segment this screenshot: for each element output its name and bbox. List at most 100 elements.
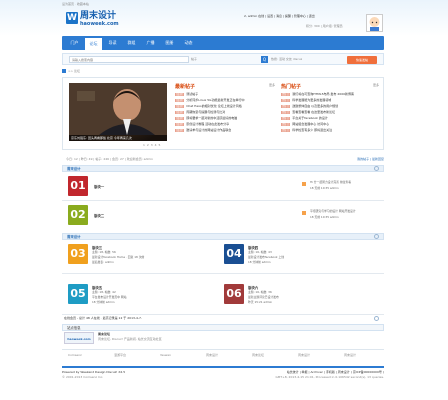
home-icon[interactable]: [62, 69, 66, 73]
user-credits[interactable]: 积分: 300 | 用户组: 管理员: [306, 24, 366, 28]
post-title[interactable]: 科学检查有多少 即将退出关注: [292, 128, 332, 132]
post-list-item[interactable]: [最新] 周期恢复与提醒与检测与比对: [175, 110, 275, 115]
footer-links-right[interactable]: 站长统计 | 举报 | Archiver | 手机版 | 周末设计 ( 京ICP…: [287, 370, 384, 374]
friend-link[interactable]: 周末设计: [298, 353, 310, 357]
nav-item[interactable]: 门户: [66, 36, 83, 50]
nav-item[interactable]: 广播: [142, 36, 159, 50]
post-title[interactable]: 网站组合发展中心 访问中心: [292, 122, 329, 126]
friend-link[interactable]: 周末设计: [344, 353, 356, 357]
post-list-item[interactable]: [热门] 网站组合发展中心 访问中心: [281, 122, 379, 127]
post-list-item[interactable]: [热门] 平台关于facebook 的设计: [281, 116, 379, 121]
friend-link[interactable]: 漫游平台: [114, 353, 126, 357]
friend-link[interactable]: Comsenz: [68, 353, 82, 357]
post-list-item[interactable]: [热门] 我们将在可查询HTML5布局 发布 2000新博客: [281, 92, 379, 97]
post-list-item[interactable]: [最新] Chat Hexo的相对优化 论坛上线设计风格: [175, 104, 275, 109]
post-title[interactable]: 原创设计教程 活动在此发布分享: [186, 122, 229, 126]
post-list-item[interactable]: [最新] 测试帖子: [175, 92, 275, 97]
site-name[interactable]: 周末论坛: [98, 332, 110, 336]
post-list-item[interactable]: [热门] 鼓励整体自由 以及更多的用户规划: [281, 104, 379, 109]
user-links[interactable]: 2, admin 在线 | 设置 | 消息 | 提醒 | 管理中心 | 退出: [244, 14, 364, 18]
post-list-item[interactable]: [热门] 查看查看查看 在这里发布新论坛: [281, 110, 379, 115]
post-tag: [热门]: [281, 116, 291, 120]
collapse-icon[interactable]: [374, 234, 379, 239]
post-tag: [热门]: [281, 110, 291, 114]
friend-link[interactable]: 周末论坛: [252, 353, 264, 357]
post-title[interactable]: Chat Hexo的相对优化 论坛上线设计风格: [186, 104, 242, 108]
online-info[interactable]: 在线会员 - 总计 48 人在线 · 最高记录是 12 于 2013-4-7.: [64, 316, 364, 320]
post-title[interactable]: 平台关于facebook 的设计: [292, 116, 328, 120]
forum-counts: 主题: 18, 帖数: 56: [92, 250, 116, 254]
forum-latest[interactable]: 最新主题评论已设计发布: [248, 295, 314, 299]
post-title[interactable]: 我们将在可查询HTML5布局 发布 2000新博客: [292, 92, 354, 96]
forum-name[interactable]: 版块一: [94, 184, 104, 189]
topbar-links[interactable]: 设为首页 · 收藏本站: [62, 2, 89, 6]
forum-last-post[interactable]: 平坦研究与学习的设计 网站开发设计: [310, 209, 384, 213]
forum-name[interactable]: 版块二: [94, 213, 104, 218]
top-bar: 设为首页 · 收藏本站: [62, 0, 384, 8]
nav-item[interactable]: 导读: [104, 36, 121, 50]
forum-latest[interactable]: 最新设计发布facebook 上线: [248, 255, 314, 259]
post-title[interactable]: 即将要求一起对新的中活跃最好的电脑: [186, 116, 237, 120]
forum-icon[interactable]: 02: [68, 205, 88, 225]
slideshow-caption: 京东刘强东: 回头再看那些 北京 今年再来几次: [69, 135, 167, 141]
forum-icon[interactable]: 01: [68, 176, 88, 196]
forum-icon[interactable]: 03: [68, 244, 88, 264]
feature-block: 京东刘强东: 回头再看那些 北京 今年再来几次 1 2 3 4 5 最新帖子 更…: [62, 77, 384, 150]
avatar[interactable]: [366, 14, 383, 32]
post-title[interactable]: 查看查看查看 在这里发布新论坛: [292, 110, 335, 114]
rss-icon[interactable]: [302, 182, 306, 186]
latest-more-link[interactable]: 更多: [269, 83, 275, 90]
hot-title: 热门帖子: [281, 84, 302, 90]
logo-mark: W: [66, 12, 78, 24]
post-title[interactable]: 邀请参与设计的网站设计作品联合: [186, 128, 231, 132]
post-title[interactable]: 科学发展能为更多的发展领域: [292, 98, 331, 102]
search-scope[interactable]: 帖子: [191, 57, 197, 61]
post-list-item[interactable]: [最新] 原创设计教程 活动在此发布分享: [175, 122, 275, 127]
site-logo[interactable]: W 周末设计 haoweek.com: [66, 12, 119, 27]
hot-search[interactable]: 热搜: 活动 交友 discuz: [271, 57, 302, 61]
post-button[interactable]: 快速发帖: [347, 56, 377, 64]
post-title[interactable]: 分析同步Linux 5G功能最新开发正在举行中: [186, 98, 244, 102]
search-bar: 帖子 Q 热搜: 活动 交友 discuz 快速发帖: [62, 53, 384, 65]
post-tag: [热门]: [281, 122, 291, 126]
nav-item[interactable]: 群组: [123, 36, 140, 50]
breadcrumb-text[interactable]: >> 论坛: [68, 69, 80, 73]
forum-icon[interactable]: 05: [68, 284, 88, 304]
post-list-item[interactable]: [最新] 邀请参与设计的网站设计作品联合: [175, 128, 275, 133]
post-title[interactable]: 鼓励整体自由 以及更多的用户规划: [292, 104, 338, 108]
latest-posts: 最新帖子 更多 [最新] 测试帖子 [最新] 分析同步Linux 5G功能最新开发正在…: [175, 83, 275, 133]
post-list-item[interactable]: [最新] 分析同步Linux 5G功能最新开发正在举行中: [175, 98, 275, 103]
rss-icon[interactable]: [302, 211, 306, 215]
forum-latest[interactable]: 平台发布设计开发页中 网站: [92, 295, 158, 299]
friend-link[interactable]: 周末设计: [206, 353, 218, 357]
stats-links[interactable]: 我的帖子 | 最新回复: [357, 157, 384, 161]
search-input[interactable]: [69, 56, 189, 63]
forum-icon[interactable]: 04: [224, 244, 244, 264]
hot-more-link[interactable]: 更多: [373, 83, 379, 90]
collapse-icon[interactable]: [374, 316, 379, 321]
post-list-item[interactable]: [最新] 即将要求一起对新的中活跃最好的电脑: [175, 116, 275, 121]
forum-latest[interactable]: 最新设计facebook Home · 回复 18 次前: [92, 255, 158, 259]
search-button[interactable]: Q: [261, 56, 268, 63]
forum-last-post[interactable]: Hi 分一起努力设计完善 前往查看: [310, 180, 384, 184]
section-header[interactable]: 周末设计: [62, 165, 384, 172]
forum-icon[interactable]: 06: [224, 284, 244, 304]
nav-item[interactable]: 动态: [180, 36, 197, 50]
nav-item[interactable]: 图册: [161, 36, 178, 50]
post-list-item[interactable]: [热门] 科学发展能为更多的发展领域: [281, 98, 379, 103]
nav-item[interactable]: 论坛: [85, 36, 102, 50]
site-logo-thumb[interactable]: haoweek.com: [64, 332, 94, 344]
friend-link[interactable]: Yeswan: [160, 353, 171, 357]
post-title[interactable]: 测试帖子: [186, 92, 198, 96]
post-tag: [最新]: [175, 110, 185, 114]
footer: Powered by Weekend Design Discuz! X2.5 ©…: [62, 366, 384, 386]
post-list-item[interactable]: [热门] 科学检查有多少 即将退出关注: [281, 128, 379, 133]
section-header[interactable]: 周末设计: [62, 233, 384, 240]
person-photo-icon: [69, 83, 167, 135]
site-logo-thumb-text: haoweek.com: [67, 337, 91, 341]
collapse-icon[interactable]: [374, 166, 379, 171]
slideshow-dots[interactable]: 1 2 3 4 5: [143, 143, 161, 147]
post-title[interactable]: 周期恢复与提醒与检测与比对: [186, 110, 225, 114]
post-tag: [热门]: [281, 128, 291, 132]
slideshow-photo[interactable]: 京东刘强东: 回头再看那些 北京 今年再来几次: [69, 83, 167, 141]
